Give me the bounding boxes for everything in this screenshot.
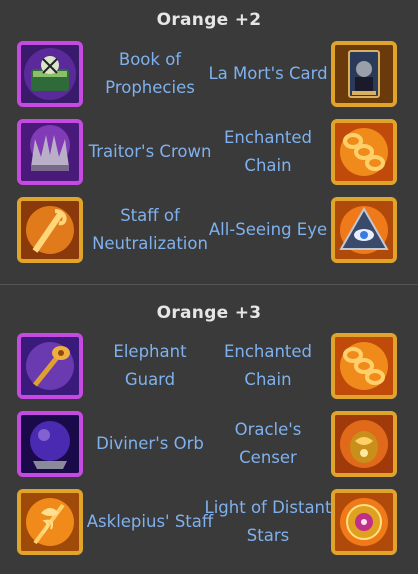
enchanted-chain-icon[interactable]	[331, 119, 397, 185]
oracles-censer-icon[interactable]	[331, 411, 397, 477]
item-name: Light of Distant Stars	[204, 498, 332, 545]
item-name: Elephant Guard	[113, 342, 187, 389]
elephant-guard-icon[interactable]	[17, 333, 83, 399]
item-name: La Mort's Card	[208, 64, 328, 83]
section-title: Orange +3	[156, 303, 262, 323]
item-row: Traitor's Crown Enchanted Chain	[0, 119, 418, 189]
item-row: Elephant Guard Enchanted Chain	[0, 333, 418, 403]
item-name: Staff of Neutralization	[92, 206, 208, 253]
staff-of-neutralization-icon[interactable]	[17, 197, 83, 263]
section-orange-2: Orange +2 Book of Prophecies La Mort's C…	[0, 0, 418, 284]
diviners-orb-icon[interactable]	[17, 411, 83, 477]
section-orange-3: Orange +3 Elephant Guard Enchanted Chain…	[0, 285, 418, 574]
item-row: Diviner's Orb Oracle's Censer	[0, 411, 418, 481]
item-row: Asklepius' Staff Light of Distant Stars	[0, 489, 418, 559]
enchanted-chain-icon[interactable]	[331, 333, 397, 399]
all-seeing-eye-icon[interactable]	[331, 197, 397, 263]
item-name: Traitor's Crown	[88, 142, 212, 161]
item-name: Enchanted Chain	[223, 128, 313, 175]
la-morts-card-icon[interactable]	[331, 41, 397, 107]
section-title: Orange +2	[156, 10, 262, 30]
book-of-prophecies-icon[interactable]	[17, 41, 83, 107]
item-name: Diviner's Orb	[96, 434, 204, 453]
light-of-distant-stars-icon[interactable]	[331, 489, 397, 555]
item-row: Staff of Neutralization All-Seeing Eye	[0, 197, 418, 267]
item-name: Book of Prophecies	[105, 50, 195, 97]
item-name: Oracle's Censer	[234, 420, 302, 467]
traitors-crown-icon[interactable]	[17, 119, 83, 185]
item-name: Enchanted Chain	[223, 342, 313, 389]
item-row: Book of Prophecies La Mort's Card	[0, 41, 418, 111]
item-name: All-Seeing Eye	[208, 220, 328, 239]
item-name: Asklepius' Staff	[86, 512, 214, 531]
asklepius-staff-icon[interactable]	[17, 489, 83, 555]
